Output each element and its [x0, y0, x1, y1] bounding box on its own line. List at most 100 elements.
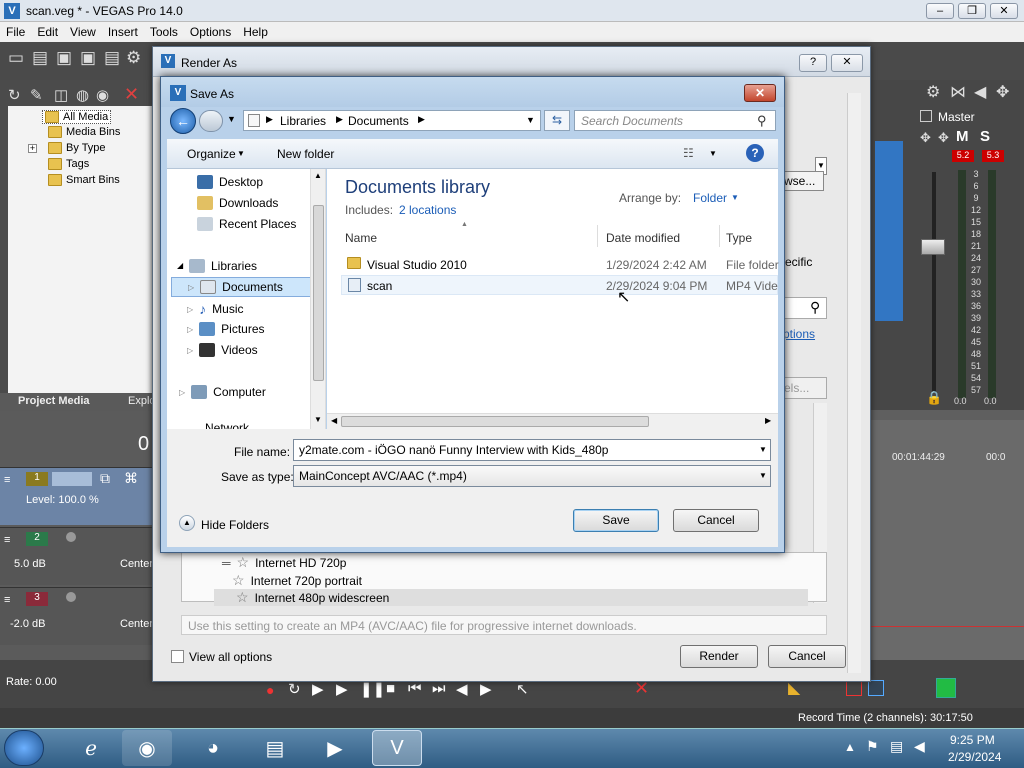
expand-by-type-icon[interactable]: +	[28, 144, 37, 153]
view-options-icon[interactable]: ☷	[683, 146, 694, 160]
save-as-type-select[interactable]: MainConcept AVC/AAC (*.mp4)	[293, 465, 771, 487]
nav-network[interactable]: Network	[205, 421, 249, 429]
browse-button[interactable]: wse...	[783, 171, 824, 191]
nav-recent-places[interactable]: Recent Places	[197, 217, 296, 231]
next-frame-icon[interactable]: ▶	[480, 680, 492, 698]
nav-downloads[interactable]: Downloads	[197, 196, 278, 210]
taskbar-explorer-icon[interactable]: ▤	[250, 730, 300, 766]
menu-help[interactable]: Help	[237, 22, 274, 39]
lock-icon[interactable]: 🔒	[926, 390, 942, 406]
record-arm-icon[interactable]	[66, 532, 76, 542]
web-icon[interactable]: ◉	[96, 86, 109, 104]
menu-insert[interactable]: Insert	[102, 22, 144, 39]
track-collapse-icon[interactable]: ≡	[4, 594, 10, 606]
track-collapse-icon[interactable]: ≡	[4, 534, 10, 546]
tree-item-by-type[interactable]: By Type	[48, 142, 106, 154]
breadcrumb-libraries[interactable]: Libraries	[280, 114, 326, 128]
render-scrollbar[interactable]	[847, 93, 861, 673]
play-from-start-icon[interactable]: ▶	[312, 680, 324, 698]
menu-edit[interactable]: Edit	[31, 22, 64, 39]
column-date-modified[interactable]: Date modified	[606, 231, 680, 245]
nav-scrollbar[interactable]: ▲ ▼	[310, 169, 325, 429]
get-media-icon[interactable]: ◍	[76, 86, 89, 104]
taskbar-firefox-icon[interactable]: ◉	[122, 730, 172, 766]
go-to-start-icon[interactable]: ⏮	[408, 680, 422, 697]
scroll-up-icon[interactable]: ▲	[314, 171, 322, 180]
track-fx-icon[interactable]: ⌘	[124, 470, 138, 487]
record-icon[interactable]: ●	[266, 682, 274, 698]
tree-item-all-media[interactable]: All Media	[42, 110, 112, 124]
track-motion-icon[interactable]: ⧉	[100, 470, 110, 487]
tree-item-tags[interactable]: Tags	[48, 158, 89, 170]
master-fader-handle[interactable]	[921, 239, 945, 255]
close-button[interactable]: ✕	[831, 54, 863, 72]
save-as-icon[interactable]: ▣	[80, 48, 96, 68]
tray-network-icon[interactable]: ▤	[890, 738, 903, 755]
save-button[interactable]: Save	[573, 509, 659, 532]
search-icon[interactable]: ⚲	[757, 113, 767, 129]
tray-date[interactable]: 2/29/2024	[948, 750, 1001, 764]
menu-file[interactable]: File	[0, 22, 31, 39]
scroll-right-icon[interactable]: ▶	[765, 416, 771, 425]
master-insert-icon[interactable]: ✥	[938, 130, 949, 146]
file-name-dropdown-icon[interactable]: ▼	[759, 445, 767, 454]
forward-button[interactable]	[199, 110, 223, 132]
stop-icon[interactable]: ■	[386, 680, 395, 697]
search-box[interactable]: ⚲	[783, 297, 827, 319]
go-to-end-icon[interactable]: ⏭	[432, 680, 446, 697]
search-icon[interactable]: ⚲	[810, 299, 820, 316]
properties-icon[interactable]: ▤	[104, 48, 120, 68]
nav-documents-selected[interactable]: ▷ Documents	[171, 277, 321, 297]
menu-tools[interactable]: Tools	[144, 22, 184, 39]
maximize-button[interactable]: ❐	[958, 3, 986, 19]
back-button[interactable]: ←	[170, 108, 196, 134]
render-cancel-button[interactable]: Cancel	[768, 645, 846, 668]
track-name-field[interactable]	[52, 472, 92, 486]
cancel-button[interactable]: Cancel	[673, 509, 759, 532]
loop-icon[interactable]: ↻	[288, 680, 301, 698]
tray-volume-icon[interactable]: ◀	[914, 738, 925, 755]
file-name-input[interactable]: y2mate.com - iÖGO nanö Funny Interview w…	[293, 439, 771, 461]
save-icon[interactable]: ▣	[56, 48, 72, 68]
address-bar[interactable]: ▶ Libraries ▶ Documents ▶ ▼	[243, 110, 541, 131]
nav-desktop[interactable]: Desktop	[197, 175, 263, 189]
normal-edit-tool-icon[interactable]: ↖	[516, 680, 529, 698]
recent-pages-arrow-icon[interactable]: ▼	[227, 114, 236, 124]
close-window-button[interactable]: ✕	[990, 3, 1018, 19]
expand-arrow-icon[interactable]: ▷	[187, 346, 193, 355]
collapse-arrow-icon[interactable]: ◢	[177, 261, 183, 270]
expand-arrow-icon[interactable]: ▷	[187, 325, 193, 334]
master-fx-icon[interactable]: ✥	[920, 130, 931, 146]
settings-gear-icon[interactable]: ⚙	[126, 48, 141, 68]
nav-pictures[interactable]: ▷ Pictures	[187, 322, 265, 336]
type-dropdown-icon[interactable]: ▼	[759, 471, 767, 480]
expand-arrow-icon[interactable]: ▷	[179, 388, 185, 397]
hide-folders-icon[interactable]: ▲	[179, 515, 195, 531]
new-folder-button[interactable]: New folder	[277, 147, 334, 161]
minimize-button[interactable]: ‒	[926, 3, 954, 19]
master-mute-button[interactable]: M	[956, 128, 969, 145]
arrange-by-dropdown[interactable]: Folder	[693, 191, 727, 205]
master-solo-button[interactable]: S	[980, 128, 990, 145]
template-item[interactable]: ☆ Internet 720p portrait	[232, 572, 362, 589]
column-type[interactable]: Type	[726, 231, 752, 245]
render-button[interactable]: Render	[680, 645, 758, 668]
star-icon[interactable]: ☆	[237, 554, 250, 571]
nav-scroll-thumb[interactable]	[313, 205, 324, 381]
arrange-arrow-icon[interactable]: ▼	[731, 193, 739, 202]
expand-arrow-icon[interactable]: ▷	[188, 283, 194, 292]
scroll-down-icon[interactable]: ▼	[314, 415, 322, 424]
pause-icon[interactable]: ❚❚	[360, 680, 385, 698]
import-media-icon[interactable]: ✎	[30, 86, 43, 104]
tab-project-media[interactable]: Project Media	[18, 395, 90, 407]
expand-arrow-icon[interactable]: ▷	[187, 305, 193, 314]
nav-computer[interactable]: ▷ Computer	[179, 385, 266, 399]
taskbar-ie-icon[interactable]: ℯ	[66, 730, 116, 766]
options-link[interactable]: ptions	[783, 327, 815, 341]
master-toggle-icon[interactable]	[920, 110, 932, 122]
fx-icon[interactable]: ✥	[996, 82, 1009, 102]
file-list-hscrollbar[interactable]: ◀ ▶	[327, 413, 778, 429]
includes-locations-link[interactable]: 2 locations	[399, 203, 456, 217]
nav-music[interactable]: ▷ ♪ Music	[187, 301, 244, 317]
prev-frame-icon[interactable]: ◀	[456, 680, 468, 698]
